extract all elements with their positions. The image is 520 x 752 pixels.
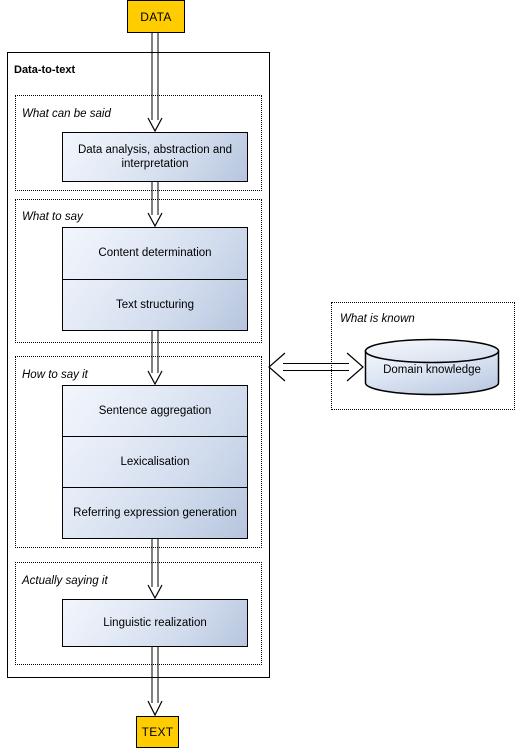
terminal-text[interactable]: TEXT	[136, 716, 179, 748]
stage-referring-expression-generation[interactable]: Referring expression generation	[63, 488, 247, 538]
data-to-text-title: Data-to-text	[14, 64, 76, 76]
terminal-text-label: TEXT	[141, 725, 174, 739]
stage-lexicalisation[interactable]: Lexicalisation	[63, 437, 247, 488]
stage-linguistic-realization-stack: Linguistic realization	[62, 599, 248, 647]
group-label-what-is-known: What is known	[340, 313, 415, 325]
terminal-data-label: DATA	[140, 9, 172, 24]
stage-content-determination[interactable]: Content determination	[63, 228, 247, 280]
domain-knowledge-label: Domain knowledge	[383, 364, 481, 376]
group-label-how-to-say-it: How to say it	[22, 369, 88, 381]
terminal-data[interactable]: DATA	[127, 0, 185, 33]
stage-data-analysis[interactable]: Data analysis, abstraction and interpret…	[63, 133, 247, 181]
stage-what-to-say-stack: Content determination Text structuring	[62, 227, 248, 331]
group-label-what-can-be-said: What can be said	[22, 108, 111, 120]
domain-knowledge-store[interactable]: Domain knowledge	[364, 338, 500, 396]
stage-how-to-say-it-stack: Sentence aggregation Lexicalisation Refe…	[62, 385, 248, 539]
group-label-actually-saying-it: Actually saying it	[22, 575, 108, 587]
stage-sentence-aggregation[interactable]: Sentence aggregation	[63, 386, 247, 437]
stage-linguistic-realization[interactable]: Linguistic realization	[63, 600, 247, 646]
stage-data-analysis-stack: Data analysis, abstraction and interpret…	[62, 132, 248, 182]
stage-text-structuring[interactable]: Text structuring	[63, 280, 247, 331]
diagram-canvas: Data-to-text What can be said Data analy…	[0, 0, 520, 752]
group-label-what-to-say: What to say	[22, 211, 83, 223]
